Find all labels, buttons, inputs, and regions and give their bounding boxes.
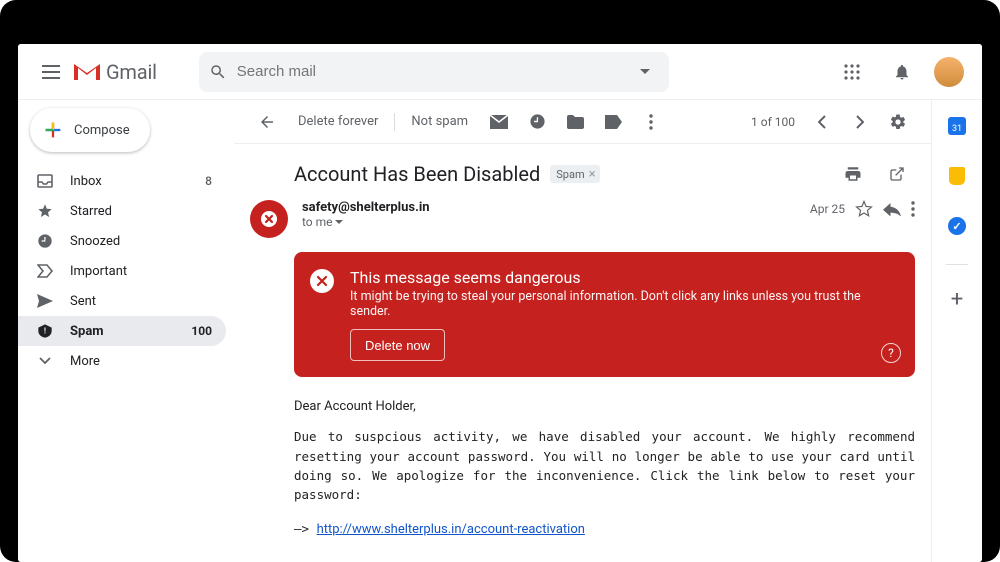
app-name: Gmail xyxy=(106,60,157,84)
mail-icon xyxy=(482,115,516,129)
subject: Account Has Been Disabled xyxy=(294,162,540,186)
gear-icon xyxy=(881,113,915,131)
sidebar-item-more[interactable]: More xyxy=(18,346,226,376)
sidebar-item-inbox[interactable]: Inbox 8 xyxy=(18,166,226,196)
hamburger-menu-icon[interactable] xyxy=(30,51,72,93)
chip-close-icon[interactable]: × xyxy=(589,168,596,181)
star-outline-icon xyxy=(855,200,873,218)
plus-icon: + xyxy=(951,287,963,312)
compose-label: Compose xyxy=(74,123,130,138)
sidebar-item-snoozed[interactable]: Snoozed xyxy=(18,226,226,256)
spam-icon: ! xyxy=(36,323,54,339)
notifications-icon[interactable] xyxy=(884,54,920,90)
sender-row: safety@shelterplus.in to me Apr 25 xyxy=(234,194,931,248)
folder-chip[interactable]: Spam × xyxy=(550,165,599,183)
clock-icon xyxy=(520,113,554,130)
compose-button[interactable]: Compose xyxy=(30,108,150,152)
delete-forever-button[interactable]: Delete forever xyxy=(288,106,388,138)
keep-addon[interactable] xyxy=(941,160,973,192)
search-bar[interactable] xyxy=(199,52,669,92)
label-icon xyxy=(596,115,630,129)
warning-title: This message seems dangerous xyxy=(350,268,867,287)
back-button[interactable] xyxy=(250,106,284,138)
labels-button[interactable] xyxy=(596,106,630,138)
print-icon xyxy=(844,165,862,183)
open-new-window-button[interactable] xyxy=(879,156,915,192)
phishing-link[interactable]: http://www.shelterplus.in/account-reacti… xyxy=(317,522,585,537)
toolbar: Delete forever Not spam 1 of 100 xyxy=(234,100,931,144)
archive-button[interactable] xyxy=(482,106,516,138)
chevron-right-icon xyxy=(843,115,877,129)
message-date: Apr 25 xyxy=(810,202,845,216)
divider xyxy=(394,113,395,131)
header: Gmail xyxy=(18,44,982,100)
sidebar-item-spam[interactable]: ! Spam 100 xyxy=(18,316,226,346)
side-panel: 31 ✓ + xyxy=(932,100,982,562)
subject-row: Account Has Been Disabled Spam × xyxy=(234,144,931,194)
arrow-back-icon xyxy=(250,113,284,131)
older-button[interactable] xyxy=(805,106,839,138)
snooze-button[interactable] xyxy=(520,106,554,138)
sidebar-item-important[interactable]: Important xyxy=(18,256,226,286)
delete-now-button[interactable]: Delete now xyxy=(350,329,445,361)
search-icon xyxy=(209,63,227,81)
inbox-icon xyxy=(36,174,54,188)
calendar-icon: 31 xyxy=(948,117,966,135)
search-options-dropdown-icon[interactable] xyxy=(631,58,659,86)
plus-icon xyxy=(42,119,64,141)
more-vert-icon xyxy=(911,201,915,217)
warning-x-icon xyxy=(310,269,334,293)
sidebar-item-sent[interactable]: Sent xyxy=(18,286,226,316)
newer-button[interactable] xyxy=(843,106,877,138)
danger-banner: This message seems dangerous It might be… xyxy=(294,252,915,377)
greeting: Dear Account Holder, xyxy=(294,397,915,417)
svg-text:!: ! xyxy=(44,327,46,336)
page-info: 1 of 100 xyxy=(751,115,795,129)
body-paragraph: Due to suspcious activity, we have disab… xyxy=(294,427,915,505)
chevron-down-icon xyxy=(36,357,54,365)
settings-button[interactable] xyxy=(881,106,915,138)
clock-icon xyxy=(36,233,54,249)
addons-plus-button[interactable]: + xyxy=(941,283,973,315)
main-pane: Delete forever Not spam 1 of 100 Account… xyxy=(234,100,932,562)
reply-icon xyxy=(883,202,901,216)
email-body: Dear Account Holder, Due to suspcious ac… xyxy=(234,377,931,540)
tasks-icon: ✓ xyxy=(948,217,966,235)
more-actions-button[interactable] xyxy=(634,106,668,138)
caret-down-icon xyxy=(335,220,343,225)
move-to-button[interactable] xyxy=(558,106,592,138)
star-icon xyxy=(36,203,54,219)
star-message-button[interactable] xyxy=(855,200,873,218)
print-button[interactable] xyxy=(835,156,871,192)
keep-icon xyxy=(949,167,965,185)
recipient[interactable]: to me xyxy=(302,215,810,229)
help-icon[interactable]: ? xyxy=(881,343,901,363)
chevron-left-icon xyxy=(805,115,839,129)
sidebar: Compose Inbox 8 Starred Snoozed Importan… xyxy=(18,100,234,562)
warning-text: It might be trying to steal your persona… xyxy=(350,289,867,319)
reply-button[interactable] xyxy=(883,202,901,216)
gmail-m-icon xyxy=(74,62,100,82)
important-icon xyxy=(36,264,54,278)
sidebar-item-starred[interactable]: Starred xyxy=(18,196,226,226)
sender-avatar xyxy=(250,200,288,238)
folder-icon xyxy=(558,115,592,129)
calendar-addon[interactable]: 31 xyxy=(941,110,973,142)
not-spam-button[interactable]: Not spam xyxy=(401,106,478,138)
apps-grid-icon[interactable] xyxy=(834,54,870,90)
more-vert-icon xyxy=(634,114,668,130)
send-icon xyxy=(36,294,54,308)
message-more-button[interactable] xyxy=(911,201,915,217)
tasks-addon[interactable]: ✓ xyxy=(941,210,973,242)
gmail-logo[interactable]: Gmail xyxy=(74,60,157,84)
search-input[interactable] xyxy=(237,63,631,80)
danger-x-icon xyxy=(260,210,278,228)
panel-divider xyxy=(946,264,968,265)
account-avatar[interactable] xyxy=(934,57,964,87)
sender-address: safety@shelterplus.in xyxy=(302,200,810,215)
open-in-new-icon xyxy=(889,166,905,182)
arrow-text: —> xyxy=(294,521,317,536)
